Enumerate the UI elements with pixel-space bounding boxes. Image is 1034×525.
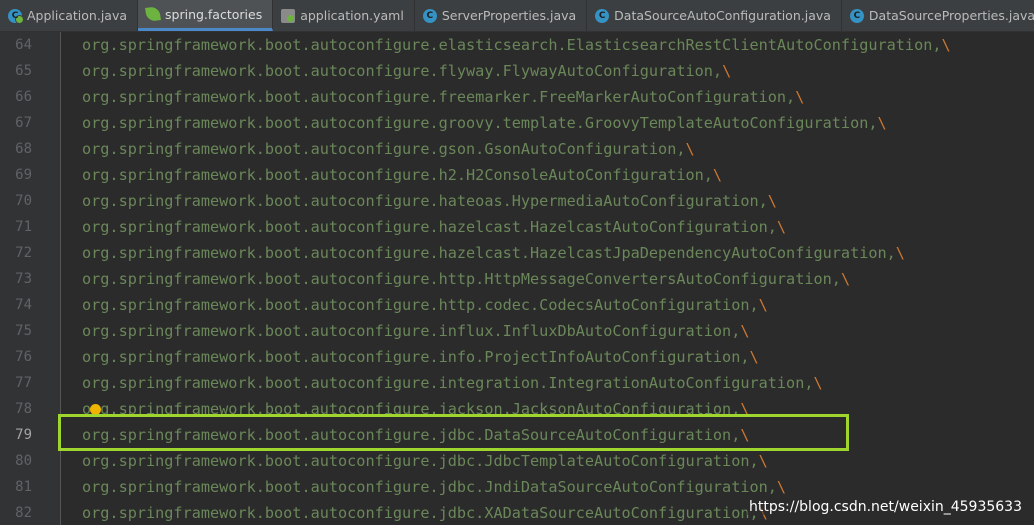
- code-line: 73 org.springframework.boot.autoconfigur…: [0, 266, 1034, 292]
- spring-leaf-icon: [145, 6, 161, 22]
- tab-label: ServerProperties.java: [441, 8, 577, 23]
- tab-spring-factories[interactable]: spring.factories: [138, 0, 274, 31]
- line-number: 73: [15, 271, 32, 287]
- tab-label: spring.factories: [165, 6, 263, 22]
- code-line: 69 org.springframework.boot.autoconfigur…: [0, 162, 1034, 188]
- line-number: 74: [15, 297, 32, 313]
- code-text[interactable]: org.springframework.boot.autoconfigure.i…: [82, 370, 823, 396]
- tab-server-properties[interactable]: ServerProperties.java: [415, 0, 588, 31]
- code-text[interactable]: org.springframework.boot.autoconfigure.g…: [82, 110, 887, 136]
- spring-boot-class-icon: [8, 8, 24, 24]
- code-line: 75 org.springframework.boot.autoconfigur…: [0, 318, 1034, 344]
- code-line: 74 org.springframework.boot.autoconfigur…: [0, 292, 1034, 318]
- line-number: 66: [15, 89, 32, 105]
- code-text[interactable]: org.springframework.boot.autoconfigure.e…: [82, 32, 951, 58]
- code-text[interactable]: org.springframework.boot.autoconfigure.f…: [82, 58, 731, 84]
- tab-datasource-autoconfiguration[interactable]: DataSourceAutoConfiguration.java: [587, 0, 842, 31]
- line-number: 81: [15, 479, 32, 495]
- tab-label: Application.java: [27, 8, 128, 23]
- code-line: 67 org.springframework.boot.autoconfigur…: [0, 110, 1034, 136]
- watermark-text: https://blog.csdn.net/weixin_45935633: [746, 499, 1024, 515]
- code-text[interactable]: org.springframework.boot.autoconfigure.j…: [82, 422, 750, 448]
- code-text[interactable]: org.springframework.boot.autoconfigure.j…: [82, 448, 768, 474]
- tab-label: application.yaml: [300, 8, 404, 23]
- line-number: 68: [15, 141, 32, 157]
- code-line: 71 org.springframework.boot.autoconfigur…: [0, 214, 1034, 240]
- tab-label: DataSourceProperties.java: [868, 8, 1034, 23]
- code-text[interactable]: org.springframework.boot.autoconfigure.h…: [82, 292, 768, 318]
- line-number: 69: [15, 167, 32, 183]
- line-number: 79: [15, 427, 32, 443]
- tab-application-java[interactable]: Application.java: [0, 0, 139, 31]
- code-text[interactable]: org.springframework.boot.autoconfigure.h…: [82, 240, 905, 266]
- java-class-icon: [422, 8, 437, 23]
- tab-datasource-properties[interactable]: DataSourceProperties.java: [842, 0, 1034, 31]
- tab-application-yaml[interactable]: application.yaml: [273, 0, 415, 31]
- line-number: 64: [15, 37, 32, 53]
- yaml-config-icon: [281, 8, 296, 23]
- code-line: 65 org.springframework.boot.autoconfigur…: [0, 58, 1034, 84]
- line-number: 76: [15, 349, 32, 365]
- line-number: 70: [15, 193, 32, 209]
- code-text[interactable]: org.springframework.boot.autoconfigure.h…: [82, 188, 777, 214]
- code-line: 72 org.springframework.boot.autoconfigur…: [0, 240, 1034, 266]
- code-text[interactable]: org.springframework.boot.autoconfigure.h…: [82, 214, 786, 240]
- editor-tab-bar: Application.java spring.factories applic…: [0, 0, 1034, 32]
- code-text[interactable]: org.springframework.boot.autoconfigure.j…: [82, 396, 750, 422]
- line-number: 75: [15, 323, 32, 339]
- code-text[interactable]: org.springframework.boot.autoconfigure.h…: [82, 162, 722, 188]
- code-editor[interactable]: 64 org.springframework.boot.autoconfigur…: [0, 32, 1034, 525]
- code-text[interactable]: org.springframework.boot.autoconfigure.i…: [82, 318, 750, 344]
- code-text[interactable]: org.springframework.boot.autoconfigure.f…: [82, 84, 804, 110]
- line-number: 65: [15, 63, 32, 79]
- tab-label: DataSourceAutoConfiguration.java: [614, 8, 831, 23]
- line-number: 78: [15, 401, 32, 417]
- code-text[interactable]: org.springframework.boot.autoconfigure.j…: [82, 500, 768, 525]
- code-text[interactable]: org.springframework.boot.autoconfigure.h…: [82, 266, 850, 292]
- code-text[interactable]: org.springframework.boot.autoconfigure.j…: [82, 474, 786, 500]
- code-line: 78 org.springframework.boot.autoconfigur…: [0, 396, 1034, 422]
- code-line: 66 org.springframework.boot.autoconfigur…: [0, 84, 1034, 110]
- code-line: 81 org.springframework.boot.autoconfigur…: [0, 474, 1034, 500]
- line-number: 77: [15, 375, 32, 391]
- code-line-current: 79 org.springframework.boot.autoconfigur…: [0, 422, 1034, 448]
- code-text[interactable]: org.springframework.boot.autoconfigure.i…: [82, 344, 759, 370]
- code-line: 64 org.springframework.boot.autoconfigur…: [0, 32, 1034, 58]
- java-class-icon: [595, 8, 610, 23]
- code-line: 77 org.springframework.boot.autoconfigur…: [0, 370, 1034, 396]
- line-number: 67: [15, 115, 32, 131]
- code-line: 80 org.springframework.boot.autoconfigur…: [0, 448, 1034, 474]
- intention-bulb-icon[interactable]: [90, 404, 101, 415]
- code-line: 70 org.springframework.boot.autoconfigur…: [0, 188, 1034, 214]
- java-class-icon: [849, 8, 864, 23]
- line-number: 72: [15, 245, 32, 261]
- code-line: 76 org.springframework.boot.autoconfigur…: [0, 344, 1034, 370]
- line-number: 71: [15, 219, 32, 235]
- code-text[interactable]: org.springframework.boot.autoconfigure.g…: [82, 136, 695, 162]
- line-number: 80: [15, 453, 32, 469]
- line-number: 82: [15, 505, 32, 521]
- code-line: 68 org.springframework.boot.autoconfigur…: [0, 136, 1034, 162]
